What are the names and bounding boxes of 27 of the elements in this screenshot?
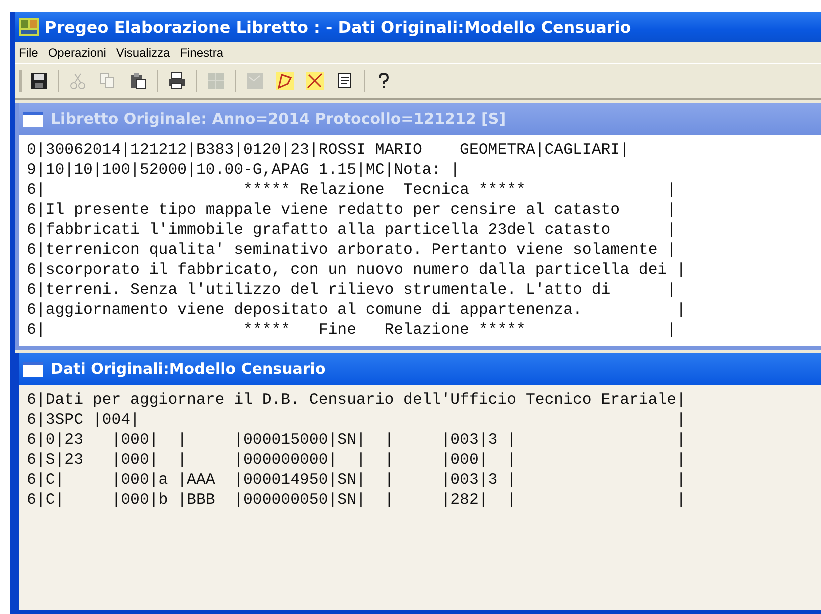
text-line: 6|aggiornamento viene depositato al comune di appartenenza. | xyxy=(27,300,687,320)
window-icon xyxy=(23,112,43,126)
menu-item[interactable]: Visualizza xyxy=(116,46,170,60)
text-line: 6|scorporato il fabbricato, con un nuovo numero dalla particella dei | xyxy=(27,260,687,280)
text-line: 0|30062014|121212|B383|0120|23|ROSSI MARIO GEOMETRA|CAGLIARI| xyxy=(27,140,630,160)
document-title: Dati Originali:Modello Censuario xyxy=(51,360,326,378)
text-line: 6|terreni. Senza l'utilizzo del rilievo strumentale. L'atto di | xyxy=(27,280,678,300)
text-line: 6| ***** Relazione Tecnica ***** | xyxy=(27,180,678,200)
text-line: 6| ***** Fine Relazione ***** | xyxy=(27,320,678,340)
text-line: 9|10|10|100|52000|10.00-G,APAG 1.15|MC|Nota: | xyxy=(27,160,462,180)
text-line: 6|S|23 |000| | |000000000| | | |000| | | xyxy=(27,450,687,470)
text-line: 6|fabbricati l'immobile grafatto alla particella 23del catasto | xyxy=(27,220,678,240)
text-line: 6|0|23 |000| | |000015000|SN| | |003|3 | | xyxy=(27,430,687,450)
text-line: 6|terrenicon qualita' seminativo arborato. Pertanto viene solamente | xyxy=(27,240,678,260)
text-line: 6|3SPC |004| | xyxy=(27,410,687,430)
window-title: Pregeo Elaborazione Libretto : - Dati Originali:Modello Censuario xyxy=(45,18,632,36)
menu-item[interactable]: Finestra xyxy=(180,46,224,60)
text-line: 6|C| |000|a |AAA |000014950|SN| | |003|3 | | xyxy=(27,470,687,490)
document-title: Libretto Originale: Anno=2014 Protocollo=121212 [S] xyxy=(51,110,506,128)
menu-item[interactable]: Operazioni xyxy=(48,46,106,60)
toolbar-grip[interactable] xyxy=(19,70,22,92)
text-line: 6|C| |000|b |BBB |000000050|SN| | |282| | | xyxy=(27,490,687,510)
app-icon xyxy=(19,18,39,36)
menu-item[interactable]: File xyxy=(19,46,38,60)
window-icon xyxy=(23,362,43,376)
text-line: 6|Il presente tipo mappale viene redatto per censire al catasto | xyxy=(27,200,678,220)
text-line: 6|Dati per aggiornare il D.B. Censuario dell'Ufficio Tecnico Erariale| xyxy=(27,390,687,410)
